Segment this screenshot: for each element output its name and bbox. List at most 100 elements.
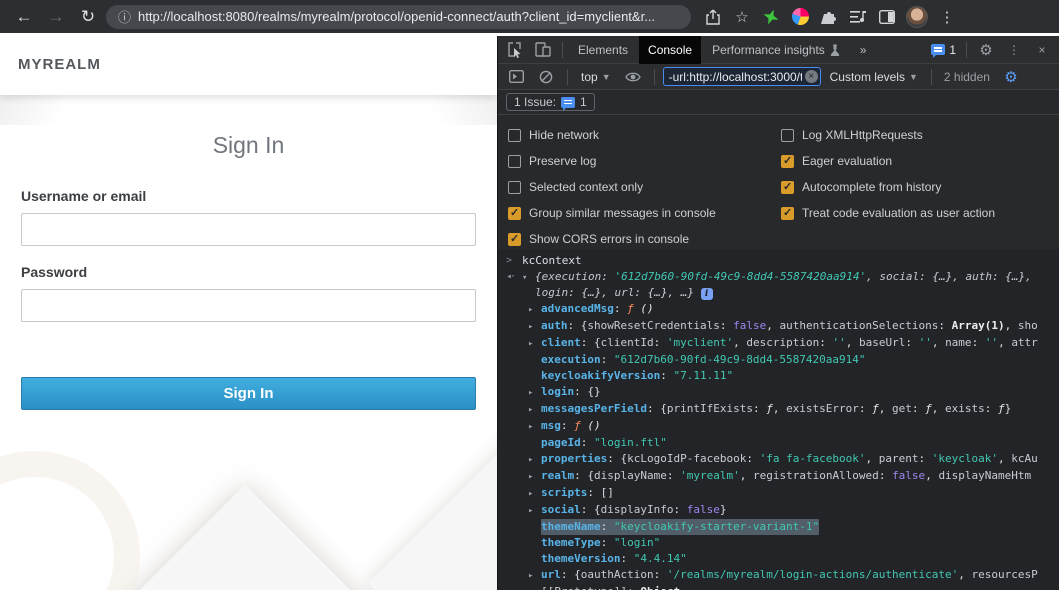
expand-caret-icon[interactable]: ▸	[528, 318, 541, 335]
checkbox-label: Selected context only	[529, 180, 643, 194]
browser-window: ← → ↻ ⓘ http://localhost:8080/realms/myr…	[0, 0, 1059, 590]
password-field[interactable]	[21, 289, 476, 322]
checkbox[interactable]	[781, 181, 794, 194]
checkbox[interactable]	[508, 155, 521, 168]
forward-icon[interactable]: →	[42, 3, 70, 31]
share-icon[interactable]	[703, 7, 723, 27]
devtools-panel: Elements Console Performance insights » …	[497, 36, 1059, 590]
console-sidebar-icon[interactable]	[503, 65, 529, 89]
log-levels-dropdown[interactable]: Custom levels ▼	[825, 70, 923, 84]
console-line: ▸msg: ƒ ()	[498, 418, 1059, 435]
context-selector[interactable]: top ▼	[576, 70, 616, 84]
issues-counter[interactable]: 1	[927, 43, 960, 57]
login-form: Username or email Password Sign In	[21, 188, 476, 410]
inspect-element-icon[interactable]	[502, 38, 528, 62]
address-bar[interactable]: ⓘ http://localhost:8080/realms/myrealm/p…	[106, 5, 691, 29]
extensions-puzzle-icon[interactable]	[819, 7, 839, 27]
bookmark-star-icon[interactable]: ☆	[732, 7, 752, 27]
result-arrow-icon: ◂·	[506, 269, 522, 285]
tab-label: Console	[648, 43, 692, 57]
checkbox[interactable]	[508, 129, 521, 142]
console-messages[interactable]: >kcContext◂·▾{execution: '612d7b60-90fd-…	[498, 249, 1059, 590]
sign-in-button[interactable]: Sign In	[21, 377, 476, 410]
checkbox[interactable]	[781, 207, 794, 220]
checkbox[interactable]	[508, 233, 521, 246]
console-line: ◂·▾{execution: '612d7b60-90fd-49c9-8dd4-…	[498, 269, 1059, 301]
live-expression-eye-icon[interactable]	[620, 65, 646, 89]
login-page: MYREALM Sign In Username or email Passwo…	[0, 33, 497, 590]
profile-avatar[interactable]	[906, 6, 928, 28]
url-text: http://localhost:8080/realms/myrealm/pro…	[138, 9, 655, 24]
back-icon[interactable]: ←	[10, 3, 38, 31]
expand-caret-icon[interactable]: ▸	[528, 485, 541, 502]
console-line-text: [[Prototype]]: Object	[541, 584, 680, 590]
console-filter-input[interactable]	[663, 67, 821, 86]
setting-row: Treat code evaluation as user action	[781, 200, 1059, 226]
clear-console-icon[interactable]	[533, 65, 559, 89]
evaluated-info-icon[interactable]: i	[701, 288, 713, 300]
tab-performance-insights[interactable]: Performance insights	[703, 36, 849, 64]
console-line: ▸social: {displayInfo: false}	[498, 502, 1059, 519]
tab-console[interactable]: Console	[639, 36, 701, 64]
console-line: ▸properties: {kcLogoIdP-facebook: 'fa fa…	[498, 451, 1059, 468]
media-controls-icon[interactable]	[848, 7, 868, 27]
header-band	[0, 95, 497, 125]
devtools-settings-icon[interactable]: ⚙	[973, 38, 999, 62]
expand-caret-icon	[528, 535, 541, 536]
expand-caret-icon[interactable]: ▸	[528, 384, 541, 401]
chevron-down-icon: ▼	[602, 72, 611, 82]
issues-bar: 1 Issue: 1	[498, 90, 1059, 115]
checkbox-label: Group similar messages in console	[529, 206, 716, 220]
console-line-text: {execution: '612d7b60-90fd-49c9-8dd4-558…	[535, 269, 1059, 301]
more-tabs-icon[interactable]: »	[851, 36, 876, 64]
background-ring	[0, 451, 140, 590]
setting-row: Hide network	[508, 122, 781, 148]
console-settings-icon[interactable]: ⚙	[998, 65, 1024, 89]
expand-caret-icon	[528, 435, 541, 436]
reload-icon[interactable]: ↻	[74, 3, 102, 31]
clear-filter-icon[interactable]: ×	[805, 70, 818, 83]
username-field[interactable]	[21, 213, 476, 246]
extension-colorful-icon[interactable]	[790, 7, 810, 27]
issue-chip[interactable]: 1 Issue: 1	[506, 93, 595, 111]
expand-caret-icon[interactable]: ▸	[528, 584, 541, 590]
checkbox-label: Hide network	[529, 128, 599, 142]
expand-caret-icon[interactable]: ▸	[528, 468, 541, 485]
extension-green-star-icon[interactable]	[761, 7, 781, 27]
site-info-icon[interactable]: ⓘ	[118, 7, 131, 26]
expand-caret-icon[interactable]: ▸	[528, 401, 541, 418]
devtools-close-icon[interactable]: ×	[1029, 38, 1055, 62]
browser-toolbar: ← → ↻ ⓘ http://localhost:8080/realms/myr…	[0, 0, 1059, 33]
checkbox[interactable]	[508, 207, 521, 220]
devtools-menu-icon[interactable]: ⋮	[1001, 38, 1027, 62]
console-line: execution: "612d7b60-90fd-49c9-8dd4-5587…	[498, 352, 1059, 368]
console-line-text: scripts: []	[541, 485, 614, 501]
console-line-text: pageId: "login.ftl"	[541, 435, 667, 451]
expand-caret-icon[interactable]: ▸	[528, 335, 541, 352]
expand-caret-icon[interactable]: ▸	[528, 418, 541, 435]
expand-caret-icon[interactable]: ▸	[528, 301, 541, 318]
expand-caret-icon[interactable]: ▸	[528, 502, 541, 519]
expand-caret-icon[interactable]: ▸	[528, 567, 541, 584]
expand-caret-icon[interactable]: ▾	[522, 269, 535, 286]
browser-menu-icon[interactable]: ⋮	[937, 7, 957, 27]
console-line: >kcContext	[498, 253, 1059, 269]
settings-column-left: Hide networkPreserve logSelected context…	[498, 122, 781, 252]
tab-elements[interactable]: Elements	[569, 36, 637, 64]
expand-caret-icon[interactable]: ▸	[528, 451, 541, 468]
issue-label: 1 Issue:	[514, 95, 556, 109]
console-line-text: client: {clientId: 'myclient', descripti…	[541, 335, 1038, 351]
checkbox-label: Eager evaluation	[802, 154, 892, 168]
expand-caret-icon	[528, 352, 541, 353]
checkbox[interactable]	[781, 129, 794, 142]
device-toolbar-icon[interactable]	[530, 38, 556, 62]
setting-row: Eager evaluation	[781, 148, 1059, 174]
setting-row: Group similar messages in console	[508, 200, 781, 226]
side-panel-icon[interactable]	[877, 7, 897, 27]
checkbox[interactable]	[781, 155, 794, 168]
console-line: ▸auth: {showResetCredentials: false, aut…	[498, 318, 1059, 335]
tab-label: Performance insights	[712, 43, 825, 57]
filter-field-wrap: ×	[663, 67, 821, 86]
checkbox[interactable]	[508, 181, 521, 194]
console-line-text: advancedMsg: ƒ ()	[541, 301, 654, 317]
